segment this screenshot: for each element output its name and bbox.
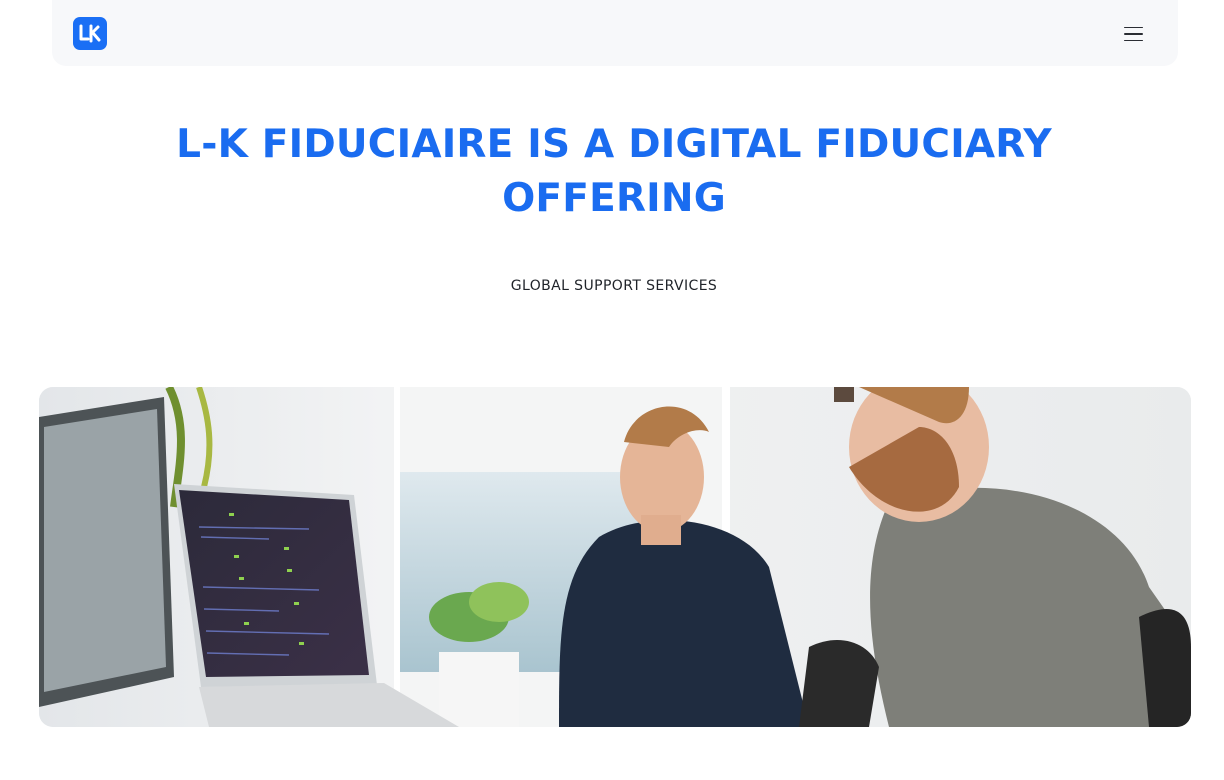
lk-logo-icon[interactable] [73, 17, 107, 50]
menu-line [1123, 26, 1143, 29]
menu-line [1123, 33, 1143, 35]
hero-title: L-K FIDUCIAIRE IS A DIGITAL FIDUCIARY OF… [176, 122, 1052, 221]
menu-line [1123, 39, 1143, 42]
hero-photo [39, 387, 1191, 727]
top-navbar [52, 0, 1178, 66]
hero-subtitle: GLOBAL SUPPORT SERVICES [510, 278, 718, 294]
hamburger-menu-icon[interactable] [1115, 20, 1151, 48]
